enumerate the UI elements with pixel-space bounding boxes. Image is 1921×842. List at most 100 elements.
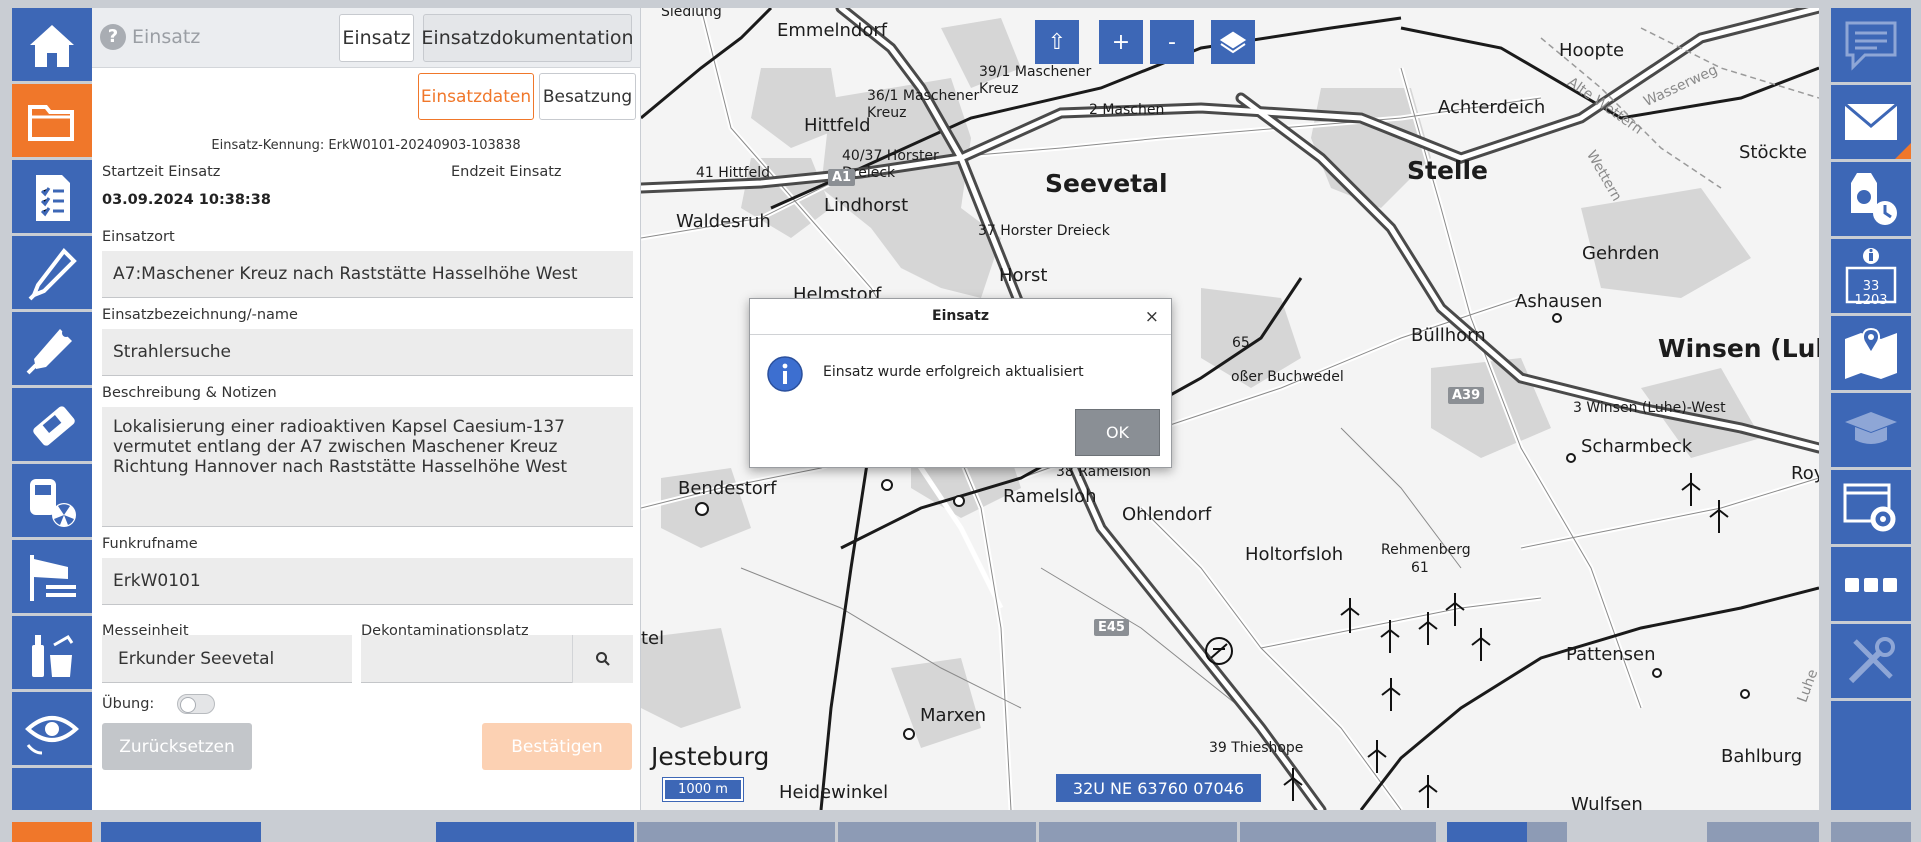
mission-panel: ? Einsatz Einsatz Einsatzdokumentation E… (92, 8, 640, 810)
nav-probe[interactable] (12, 236, 92, 312)
place-heidewinkel: Heidewinkel (779, 782, 889, 803)
dialog-close-button[interactable]: × (1145, 307, 1159, 327)
nav-checklist[interactable] (12, 160, 92, 236)
map-marker-icon (1845, 327, 1897, 379)
zoom-in-button[interactable]: + (1099, 20, 1143, 64)
notification-corner (1895, 143, 1911, 159)
subtab-besatzung[interactable]: Besatzung (539, 73, 636, 120)
exit-maschener-kreuz: 39/1 Maschener Kreuz (979, 64, 1092, 97)
bottom-window-button[interactable] (1831, 822, 1911, 842)
map-marker-button[interactable] (1831, 316, 1911, 393)
layers-button[interactable] (1211, 20, 1255, 64)
nav-dosimeter[interactable] (12, 464, 92, 540)
start-time-label: Startzeit Einsatz (102, 164, 221, 180)
dialog-message: Einsatz wurde erfolgreich aktualisiert (823, 364, 1084, 380)
chat-button[interactable] (1831, 8, 1911, 85)
checklist-icon (36, 174, 70, 221)
reset-button[interactable]: Zurücksetzen (102, 723, 252, 770)
probe-icon (28, 247, 77, 300)
bottom-tab-4[interactable] (1039, 822, 1237, 842)
help-icon[interactable]: ? (100, 24, 126, 50)
exit-hittfeld: 41 Hittfeld (696, 165, 770, 181)
more-dots-icon (1845, 578, 1897, 592)
exit-winsen-west: 3 Winsen (Luhe)-West (1573, 400, 1726, 416)
place-ashausen: Ashausen (1515, 291, 1603, 312)
place-stoeckte: Stöckte (1739, 142, 1807, 163)
start-time-value: 03.09.2024 10:38:38 (102, 192, 271, 208)
location-input[interactable]: A7:Maschener Kreuz nach Raststätte Hasse… (102, 251, 633, 298)
more-button[interactable] (1831, 547, 1911, 624)
training-button[interactable] (1831, 393, 1911, 470)
place-scharmbeck: Scharmbeck (1581, 436, 1693, 457)
info-dialog: Einsatz × Einsatz wurde erfolgreich aktu… (749, 298, 1172, 468)
place-hittfeld: Hittfeld (804, 115, 871, 136)
timer-button[interactable] (1831, 162, 1911, 239)
exit-horster-dreieck: 40/37 Horster Dreieck (842, 148, 939, 181)
settings-button[interactable] (1831, 470, 1911, 547)
zoom-out-button[interactable]: - (1150, 20, 1194, 64)
confirm-button[interactable]: Bestätigen (482, 723, 632, 770)
place-holtorfsloh: Holtorfsloh (1245, 544, 1344, 565)
exit-maschen: 2 Maschen (1089, 102, 1165, 118)
bottom-alert-button[interactable] (12, 822, 92, 842)
bottom-camera-button[interactable] (1707, 822, 1819, 842)
dosimeter-radiation-icon (30, 478, 76, 527)
bottom-tab-1[interactable] (436, 822, 634, 842)
exercise-label: Übung: (102, 696, 155, 712)
place-rehmenberg: Rehmenberg (1381, 542, 1471, 558)
place-roy: Roy (1791, 463, 1819, 484)
nav-home[interactable] (12, 8, 92, 84)
place-buchwedel-num: 65 (1232, 335, 1250, 351)
windsock-icon (30, 554, 76, 601)
nav-device[interactable] (12, 388, 92, 464)
bottom-nav-button[interactable] (1527, 822, 1567, 842)
nav-wind[interactable] (12, 540, 92, 616)
place-buellhorn: Büllhorn (1411, 325, 1486, 346)
tab-einsatz[interactable]: Einsatz (339, 14, 414, 62)
bottom-tool-1[interactable] (101, 822, 181, 842)
bottom-home-button[interactable] (1447, 822, 1527, 842)
place-winsen: Winsen (Luhe) (1658, 334, 1819, 363)
notes-label: Beschreibung & Notizen (102, 385, 277, 401)
dialog-ok-button[interactable]: OK (1075, 409, 1160, 456)
panel-header: ? Einsatz Einsatz Einsatzdokumentation (92, 8, 640, 68)
bottom-tab-2[interactable] (637, 822, 835, 842)
place-rehmenberg-num: 61 (1411, 560, 1429, 576)
decon-search-button[interactable] (572, 635, 633, 683)
map-north-button[interactable]: ⇧ (1035, 20, 1079, 64)
subtab-einsatzdaten[interactable]: Einsatzdaten (418, 73, 534, 120)
layers-icon (1218, 30, 1248, 54)
nav-sampling[interactable] (12, 616, 92, 692)
place-seevetal: Seevetal (1045, 169, 1168, 198)
dosimeter-timer-icon (1851, 173, 1897, 225)
mission-id-text: Einsatz-Kennung: ErkW0101-20240903-10383… (211, 138, 521, 153)
bottom-tool-2[interactable] (181, 822, 261, 842)
nav-missions[interactable] (12, 84, 92, 160)
place-wulfsen: Wulfsen (1571, 794, 1643, 810)
window-settings-icon (1843, 483, 1896, 532)
place-bahlburg: Bahlburg (1721, 746, 1803, 767)
exit-maschener-kreuz-2: 36/1 Maschener Kreuz (867, 88, 980, 121)
mail-button[interactable] (1831, 85, 1911, 162)
mission-name-input[interactable]: Strahlersuche (102, 329, 633, 376)
exercise-toggle[interactable] (177, 694, 215, 714)
nav-view[interactable] (12, 692, 92, 768)
unit-input[interactable]: Erkunder Seevetal (102, 635, 352, 683)
bottom-tab-3[interactable] (838, 822, 1036, 842)
info-counter-button[interactable]: 33 1203 (1831, 239, 1911, 316)
place-bendestorf: Bendestorf (678, 478, 777, 499)
callsign-input[interactable]: ErkW0101 (102, 558, 633, 605)
folder-icon (28, 104, 74, 141)
tab-einsatzdokumentation[interactable]: Einsatzdokumentation (421, 14, 634, 62)
decon-input[interactable] (361, 635, 572, 683)
place-marxen: Marxen (920, 705, 987, 726)
nav-detector[interactable] (12, 312, 92, 388)
notes-textarea[interactable]: Lokalisierung einer radioaktiven Kapsel … (102, 407, 633, 527)
place-lindhorst: Lindhorst (824, 195, 909, 216)
place-waldesruh: Waldesruh (676, 211, 771, 232)
tools-button[interactable] (1831, 624, 1911, 701)
place-siedlung: Siedlung (661, 8, 722, 20)
shield-a39: A39 (1448, 387, 1485, 404)
panel-title: Einsatz (132, 26, 201, 48)
bottom-tab-5[interactable] (1240, 822, 1436, 842)
